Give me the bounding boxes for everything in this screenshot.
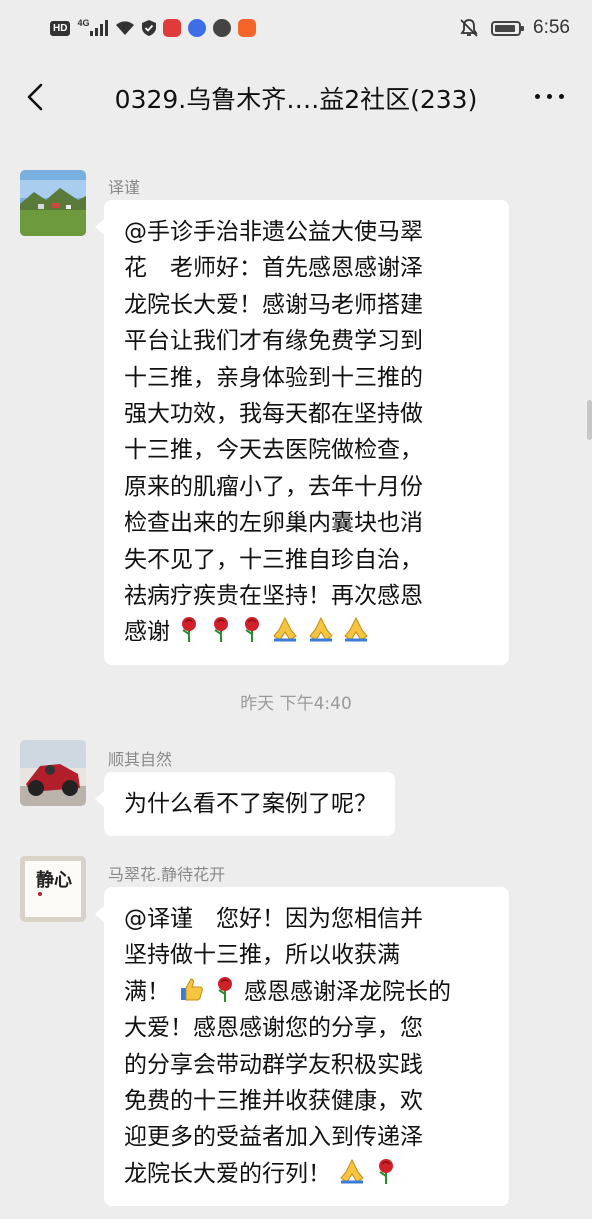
pray-emoji <box>344 617 368 642</box>
message-line: 原来的肌瘤小了，去年十月份 <box>124 473 423 500</box>
rose-emoji <box>244 617 259 643</box>
message-bubble[interactable]: 为什么看不了案例了呢？ <box>95 772 395 837</box>
message-line: 为什么看不了案例了呢？ <box>124 791 377 817</box>
message-line: 龙院长大爱的行列！ <box>124 1156 491 1192</box>
status-right: 6:56 <box>459 17 570 39</box>
message-line-last: 感谢 <box>124 614 491 650</box>
message-line: 免费的十三推并收获健康，欢 <box>124 1088 423 1115</box>
message-line: 迎更多的受益者加入到传递泽 <box>124 1124 423 1151</box>
sender-name: 译谨 <box>108 178 141 197</box>
rose-emoji <box>182 617 197 643</box>
avatar[interactable] <box>20 740 86 806</box>
message-line: 平台让我们才有缘免费学习到 <box>124 328 423 355</box>
sender-name: 顺其自然 <box>108 750 173 769</box>
message-line: 满！ 感恩感谢泽龙院长的 <box>124 974 491 1010</box>
avatar[interactable] <box>20 170 86 236</box>
rose-emoji <box>378 1158 393 1184</box>
wifi-icon <box>116 21 135 35</box>
shield-icon <box>142 20 157 36</box>
message-line: 十三推，今天去医院做检查， <box>124 437 423 464</box>
message-line: 坚持做十三推，所以收获满 <box>124 942 400 969</box>
pray-emoji <box>308 617 333 642</box>
clock: 6:56 <box>533 17 570 38</box>
mute-bell-icon <box>460 19 478 37</box>
message-line: 的分享会带动群学友积极实践 <box>124 1051 423 1078</box>
message-text: 感恩感谢泽龙院长的 <box>243 978 451 1005</box>
message-line: @译谨 您好！因为您相信并 <box>124 906 423 932</box>
thumbs-up-emoji <box>181 978 204 1001</box>
message-bubble[interactable]: @译谨 您好！因为您相信并 坚持做十三推，所以收获满 满！ 感恩感谢泽龙院长的 … <box>95 887 509 1207</box>
book-app-icon <box>163 19 182 37</box>
message-line: 十三推，亲身体验到十三推的 <box>124 364 423 391</box>
message-line: 失不见了，十三推自珍自治， <box>124 546 423 573</box>
message-line: @手诊手治非遗公益大使马翠 <box>124 219 423 245</box>
hd-badge: HD <box>50 20 71 36</box>
pray-emoji <box>340 1158 365 1184</box>
battery-icon <box>491 20 525 36</box>
scrollbar-thumb[interactable] <box>587 400 592 440</box>
back-arrow-icon[interactable] <box>22 82 52 112</box>
message-line: 大爱！感恩感谢您的分享，您 <box>124 1015 423 1042</box>
status-left: HD 4G <box>50 18 257 37</box>
message-line: 花 老师好：首先感恩感谢泽 <box>124 255 423 282</box>
timestamp: 昨天 下午4:40 <box>240 694 352 714</box>
message-bubble[interactable]: @手诊手治非遗公益大使马翠 花 老师好：首先感恩感谢泽 龙院长大爱！感谢马老师搭… <box>95 200 509 665</box>
avatar-calligraphy: 静心 <box>36 869 72 891</box>
chat-title: 0329.乌鲁木齐….益2社区(233) <box>114 85 478 114</box>
message-text: 龙院长大爱的行列！ <box>124 1160 331 1187</box>
more-options-icon[interactable] <box>535 94 564 99</box>
pray-emoji <box>273 617 297 642</box>
rose-emoji <box>217 976 232 1002</box>
message-line: 龙院长大爱！感谢马老师搭建 <box>124 291 423 318</box>
status-bar: HD 4G 6:56 <box>0 0 592 56</box>
sender-name: 马翠花.静待花开 <box>108 865 226 884</box>
message-line: 检查出来的左卵巢内囊块也消 <box>124 510 423 537</box>
kuaishou-app-icon <box>238 19 257 37</box>
signal-icon <box>90 20 109 36</box>
message-line: 强大功效，我每天都在坚持做 <box>124 401 423 428</box>
browser-app-icon <box>213 19 232 37</box>
message-line: 祛病疗疾贵在坚持！再次感恩 <box>124 583 423 610</box>
rose-emoji <box>213 617 228 643</box>
message-text: 满！ <box>124 978 170 1005</box>
music-app-icon <box>188 19 207 37</box>
network-type: 4G <box>77 18 90 28</box>
avatar[interactable]: 静心 <box>20 856 86 922</box>
chat-header: 0329.乌鲁木齐….益2社区(233) <box>0 64 592 130</box>
message-text: 感谢 <box>124 619 170 646</box>
